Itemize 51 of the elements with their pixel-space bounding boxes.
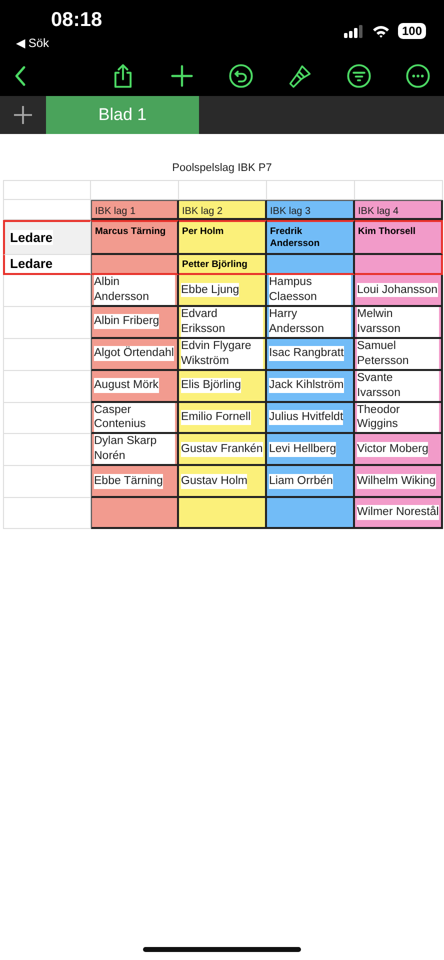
player-name: Wilhelm Wiking (357, 474, 436, 488)
player-name: Emilio Fornell (181, 410, 251, 425)
column-header: IBK lag 3 (267, 200, 355, 220)
player-name: Hampus Claesson (269, 275, 351, 305)
player-name: Albin Andersson (94, 275, 175, 305)
back-link[interactable]: ◀ Sök (16, 36, 102, 50)
table-title: Poolspelslag IBK P7 (171, 162, 273, 174)
leader-name: Petter Björling (182, 258, 248, 270)
player-name: Theodor Wiggins (357, 402, 439, 432)
undo-icon[interactable] (228, 63, 254, 89)
player-name: Victor Moberg (357, 442, 428, 457)
player-name: Ebbe Ljung (181, 282, 240, 298)
player-name: Samuel Petersson (357, 338, 439, 369)
wifi-icon (372, 24, 390, 38)
player-name: Liam Orrbén (269, 474, 333, 488)
leader-name: Per Holm (182, 226, 224, 237)
player-name: Isac Rangbratt (269, 346, 344, 362)
player-name: Harry Andersson (269, 306, 351, 337)
filter-icon[interactable] (346, 63, 372, 89)
player-name: Albin Friberg (94, 314, 160, 330)
signal-icon (344, 24, 364, 38)
player-name: Gustav Holm (181, 474, 248, 488)
player-name: Loui Johansson (357, 282, 438, 298)
column-header: IBK lag 1 (91, 200, 179, 220)
column-header: IBK lag 2 (179, 200, 267, 220)
more-icon[interactable] (405, 63, 431, 89)
brush-icon[interactable] (287, 63, 313, 89)
plus-icon[interactable] (169, 63, 195, 89)
row-label: Ledare (10, 256, 53, 272)
leader-name: Marcus Tärning (95, 226, 166, 237)
player-name: Jack Kihlström (269, 378, 344, 394)
player-name: Edvin Flygare Wikström (181, 338, 263, 369)
leader-name: Fredrik Andersson (270, 226, 320, 250)
player-name: Wilmer Norestål (357, 505, 439, 520)
player-name: Algot Örtendahl (94, 346, 174, 362)
player-name: Levi Hellberg (269, 442, 336, 457)
player-name: Svante Ivarsson (357, 370, 439, 401)
row-label: Ledare (10, 230, 53, 246)
leader-name: Kim Thorsell (358, 226, 416, 237)
player-name: Casper Contenius (94, 402, 175, 432)
player-name: Edvard Eriksson (181, 306, 263, 337)
column-header: IBK lag 4 (355, 200, 443, 220)
player-name: August Mörk (94, 378, 159, 394)
player-name: Gustav Frankén (181, 442, 263, 457)
player-name: Melwin Ivarsson (357, 306, 439, 337)
battery-level: 100 (398, 23, 426, 39)
plus-icon[interactable] (13, 105, 33, 125)
clock: 08:18 (51, 9, 102, 32)
player-name: Dylan Skarp Norén (94, 434, 175, 464)
player-name: Elis Björling (181, 378, 242, 394)
player-name: Ebbe Tärning (94, 474, 163, 488)
